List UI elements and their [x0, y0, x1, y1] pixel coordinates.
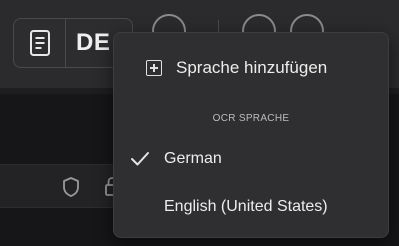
language-option-german[interactable]: German — [114, 145, 388, 173]
app-window: DE Sprache hinzufügen OCR SPRACHE German… — [0, 0, 399, 246]
language-option-label: German — [164, 150, 222, 167]
document-icon-button[interactable] — [14, 19, 66, 67]
plus-square-icon — [146, 60, 162, 76]
language-dropdown-menu: Sprache hinzufügen OCR SPRACHE German En… — [113, 32, 389, 238]
language-option-label: English (United States) — [164, 198, 328, 215]
add-language-label: Sprache hinzufügen — [176, 58, 328, 77]
add-language-menu-item[interactable]: Sprache hinzufügen — [114, 53, 388, 83]
ocr-language-section-header: OCR SPRACHE — [212, 113, 290, 124]
document-icon — [29, 30, 50, 56]
language-option-english[interactable]: English (United States) — [114, 193, 388, 221]
checkmark-icon — [131, 152, 149, 166]
shield-icon[interactable] — [62, 177, 80, 197]
